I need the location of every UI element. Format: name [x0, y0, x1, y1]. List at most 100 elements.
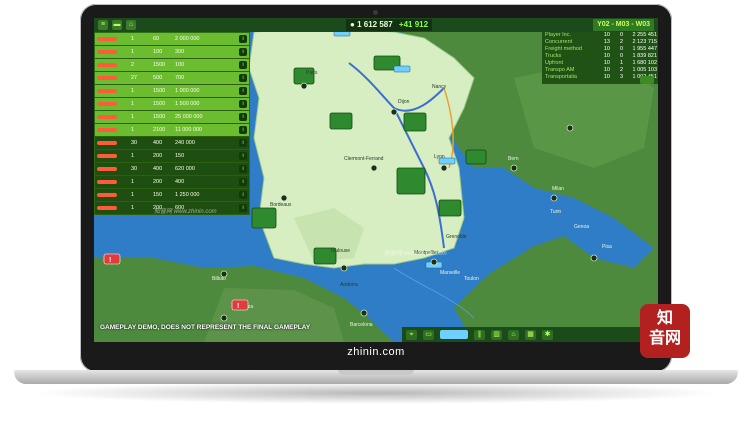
company-stat-a: 10 — [603, 53, 610, 59]
ranking-row: Trucks 10 0 1 839 821 — [542, 53, 658, 60]
ranking-row: Freight method 10 0 1 955 447 — [542, 46, 658, 53]
info-button[interactable]: i — [239, 74, 247, 82]
fleet-capacity: 1500 — [153, 114, 166, 120]
info-button[interactable]: i — [239, 126, 247, 134]
top-left-icons: ≡ ▬ ⌂ — [98, 20, 136, 30]
vehicle-icon — [97, 74, 131, 83]
info-button[interactable]: i — [239, 178, 247, 186]
vehicle-icon — [97, 165, 131, 174]
fleet-count: 1 — [131, 127, 135, 133]
settings-icon[interactable]: ✱ — [542, 329, 553, 340]
company-name: Freight method — [545, 46, 582, 52]
fleet-panel: 1 60 2 000 000 i 1 100 300 i 2 1500 100 i 27 500 700 i 1… — [94, 32, 250, 215]
company-name: Upfront — [545, 60, 564, 66]
svg-text:Toulon: Toulon — [464, 276, 479, 282]
fleet-count: 2 — [131, 62, 135, 68]
ranking-row: Transpo AM 10 2 1 005 103 — [542, 67, 658, 74]
fleet-capacity: 60 — [153, 36, 160, 42]
company-stat-a: 10 — [603, 32, 610, 38]
garage-icon[interactable]: ⌂ — [508, 329, 519, 340]
fleet-row[interactable]: 30 400 240 000 i — [95, 137, 249, 150]
company-stat-b: 0 — [619, 53, 623, 59]
info-button[interactable]: i — [239, 61, 247, 69]
info-button[interactable]: i — [239, 35, 247, 43]
fleet-count: 1 — [131, 49, 135, 55]
coin-icon: ● — [350, 20, 355, 29]
fleet-row[interactable]: 1 200 400 i — [95, 176, 249, 189]
fleet-price: 25 000 000 — [175, 114, 203, 120]
fleet-price: 1 000 000 — [175, 88, 200, 94]
fleet-price: 100 — [175, 62, 185, 68]
fleet-row[interactable]: 1 150 1 250 000 i — [95, 189, 249, 202]
svg-text:Andorra: Andorra — [340, 282, 358, 288]
vehicle-icon — [97, 152, 131, 161]
fleet-count: 1 — [131, 114, 135, 120]
fleet-row[interactable]: 1 100 300 i — [95, 46, 249, 59]
fleet-row[interactable]: 1 1500 1 500 000 i — [95, 98, 249, 111]
fleet-capacity: 1500 — [153, 88, 166, 94]
svg-text:Bilbao: Bilbao — [212, 276, 226, 282]
fleet-row[interactable]: 2 1500 100 i — [95, 59, 249, 72]
svg-text:!: ! — [109, 257, 111, 264]
vehicle-icon — [97, 139, 131, 148]
info-button[interactable]: i — [239, 152, 247, 160]
fleet-row[interactable]: 1 200 150 i — [95, 150, 249, 163]
info-button[interactable]: i — [239, 87, 247, 95]
info-button[interactable]: i — [239, 165, 247, 173]
svg-text:Bordeaux: Bordeaux — [270, 202, 292, 208]
ranking-row: Concurrent 13 2 2 123 715 — [542, 39, 658, 46]
info-button[interactable]: i — [239, 191, 247, 199]
vehicle-icon — [97, 126, 131, 135]
fleet-row[interactable]: 1 2100 11 000 000 i — [95, 124, 249, 137]
svg-text:Lyon: Lyon — [434, 154, 445, 160]
fleet-count: 1 — [131, 101, 135, 107]
svg-text:Toulouse: Toulouse — [330, 248, 350, 254]
info-button[interactable]: i — [239, 100, 247, 108]
folder-icon[interactable]: ▭ — [423, 329, 434, 340]
info-button[interactable]: i — [239, 204, 247, 212]
company-stat-a: 10 — [603, 67, 610, 73]
fleet-row[interactable]: 27 500 700 i — [95, 72, 249, 85]
fleet-capacity: 150 — [153, 192, 163, 198]
vehicle-icon — [97, 35, 131, 44]
road-icon[interactable]: ∥ — [474, 329, 485, 340]
fleet-row[interactable]: 1 1500 25 000 000 i — [95, 111, 249, 124]
info-button[interactable]: i — [239, 113, 247, 121]
company-name: Transportalia — [545, 74, 577, 80]
bottom-toolbar: ⌖ ▭ ∥ ▥ ⌂ ▦ ✱ — [402, 327, 658, 342]
svg-text:Paris: Paris — [306, 70, 318, 76]
fleet-count: 30 — [131, 166, 138, 172]
svg-text:Turin: Turin — [550, 209, 561, 215]
fleet-price: 620 000 — [175, 166, 195, 172]
fleet-count: 1 — [131, 153, 135, 159]
watermark: 知音网 www.zhinin.com — [154, 209, 217, 215]
ranking-toggle-button[interactable] — [640, 76, 654, 84]
game-date: Y02 - M03 - W03 — [593, 19, 654, 31]
fleet-row[interactable]: 1 60 2 000 000 i — [95, 33, 249, 46]
svg-text:Genoa: Genoa — [574, 224, 589, 230]
fleet-price: 1 250 000 — [175, 192, 200, 198]
company-stat-b: 2 — [619, 67, 623, 73]
svg-text:Bern: Bern — [508, 156, 519, 162]
building-icon[interactable]: ▥ — [491, 329, 502, 340]
depot-icon[interactable]: ⌂ — [126, 20, 136, 30]
fleet-row[interactable]: 1 1500 1 000 000 i — [95, 85, 249, 98]
company-stat-b: 1 — [619, 60, 623, 66]
pin-icon[interactable]: ⌖ — [406, 329, 417, 340]
info-button[interactable]: i — [239, 48, 247, 56]
company-stat-a: 10 — [603, 60, 610, 66]
info-button[interactable]: i — [239, 139, 247, 147]
truck-icon[interactable]: ▬ — [112, 20, 122, 30]
company-value: 1 955 447 — [632, 46, 657, 52]
gameplay-disclaimer: GAMEPLAY DEMO, DOES NOT REPRESENT THE FI… — [100, 324, 311, 331]
ranking-row: Upfront 10 1 1 680 102 — [542, 60, 658, 67]
fleet-row[interactable]: 30 400 620 000 i — [95, 163, 249, 176]
fleet-price: 400 — [175, 179, 185, 185]
company-name: Concurrent — [545, 39, 573, 45]
fleet-capacity: 500 — [153, 75, 163, 81]
vehicle-icon — [97, 100, 131, 109]
money-amount: 1 612 587 — [357, 20, 393, 29]
selected-truck-icon[interactable] — [440, 330, 468, 339]
warehouse-icon[interactable]: ▦ — [525, 329, 536, 340]
menu-icon[interactable]: ≡ — [98, 20, 108, 30]
